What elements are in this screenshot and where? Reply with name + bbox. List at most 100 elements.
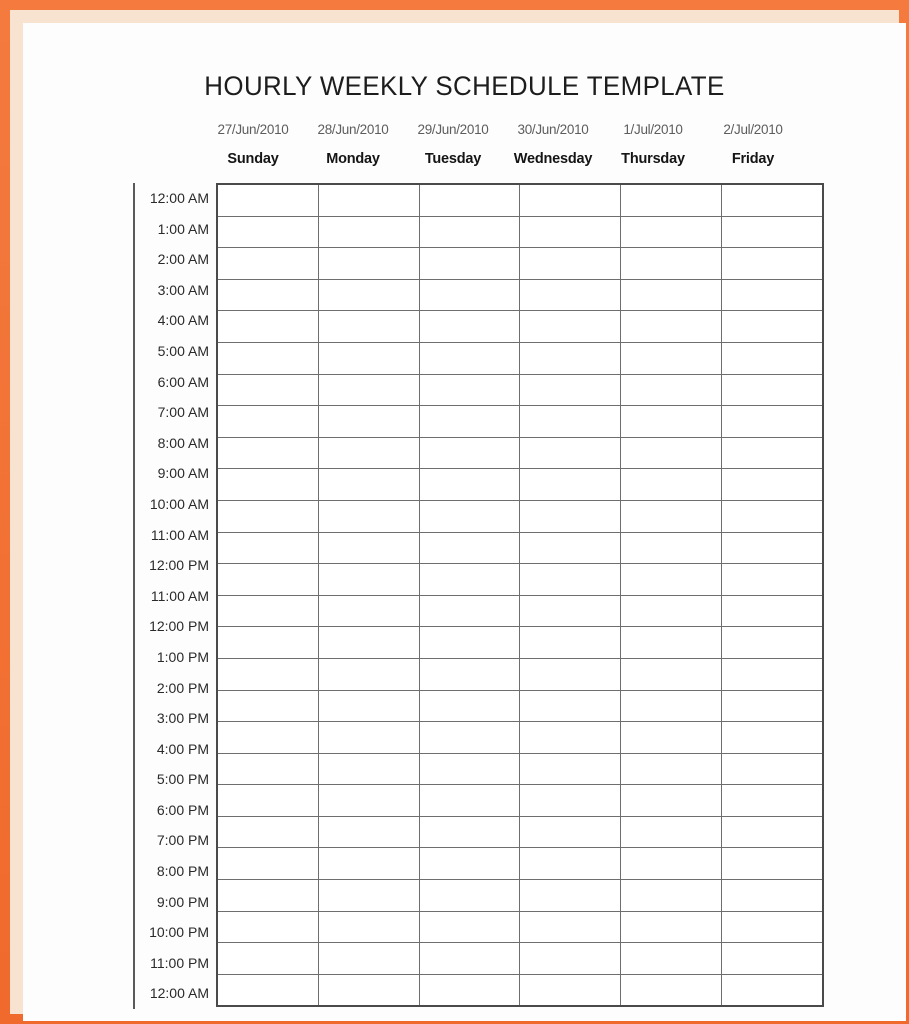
schedule-slot[interactable] xyxy=(317,405,420,438)
schedule-slot[interactable] xyxy=(418,182,521,217)
schedule-slot[interactable] xyxy=(620,784,723,817)
schedule-slot[interactable] xyxy=(317,373,420,407)
schedule-slot[interactable] xyxy=(620,405,723,438)
schedule-slot[interactable] xyxy=(620,594,723,628)
schedule-slot[interactable] xyxy=(317,341,420,375)
schedule-slot[interactable] xyxy=(721,657,824,691)
schedule-slot[interactable] xyxy=(215,499,319,533)
schedule-slot[interactable] xyxy=(519,278,622,312)
schedule-slot[interactable] xyxy=(418,784,521,817)
schedule-slot[interactable] xyxy=(215,973,319,1008)
schedule-slot[interactable] xyxy=(721,531,824,565)
schedule-slot[interactable] xyxy=(215,278,319,312)
schedule-slot[interactable] xyxy=(721,310,824,343)
schedule-slot[interactable] xyxy=(721,879,824,912)
schedule-slot[interactable] xyxy=(519,468,622,501)
schedule-slot[interactable] xyxy=(721,341,824,375)
schedule-slot[interactable] xyxy=(721,689,824,723)
schedule-slot[interactable] xyxy=(215,910,319,944)
schedule-slot[interactable] xyxy=(418,468,521,501)
schedule-slot[interactable] xyxy=(418,247,521,280)
schedule-slot[interactable] xyxy=(620,879,723,912)
schedule-slot[interactable] xyxy=(418,436,521,470)
schedule-slot[interactable] xyxy=(317,847,420,881)
schedule-slot[interactable] xyxy=(519,657,622,691)
schedule-slot[interactable] xyxy=(215,310,319,343)
schedule-slot[interactable] xyxy=(317,626,420,659)
schedule-slot[interactable] xyxy=(519,815,622,849)
schedule-slot[interactable] xyxy=(519,910,622,944)
schedule-slot[interactable] xyxy=(721,942,824,975)
schedule-slot[interactable] xyxy=(317,278,420,312)
schedule-slot[interactable] xyxy=(620,973,723,1008)
schedule-slot[interactable] xyxy=(215,215,319,249)
schedule-slot[interactable] xyxy=(418,689,521,723)
schedule-slot[interactable] xyxy=(418,879,521,912)
schedule-slot[interactable] xyxy=(620,563,723,596)
schedule-slot[interactable] xyxy=(721,405,824,438)
schedule-slot[interactable] xyxy=(215,784,319,817)
schedule-slot[interactable] xyxy=(620,278,723,312)
schedule-slot[interactable] xyxy=(519,405,622,438)
schedule-slot[interactable] xyxy=(721,784,824,817)
schedule-slot[interactable] xyxy=(519,436,622,470)
schedule-slot[interactable] xyxy=(620,531,723,565)
schedule-slot[interactable] xyxy=(215,468,319,501)
schedule-slot[interactable] xyxy=(418,657,521,691)
schedule-slot[interactable] xyxy=(418,405,521,438)
schedule-slot[interactable] xyxy=(519,531,622,565)
schedule-slot[interactable] xyxy=(317,689,420,723)
schedule-slot[interactable] xyxy=(721,247,824,280)
schedule-slot[interactable] xyxy=(519,784,622,817)
schedule-slot[interactable] xyxy=(418,815,521,849)
schedule-slot[interactable] xyxy=(317,657,420,691)
schedule-slot[interactable] xyxy=(215,341,319,375)
schedule-slot[interactable] xyxy=(519,215,622,249)
schedule-slot[interactable] xyxy=(721,278,824,312)
schedule-slot[interactable] xyxy=(215,815,319,849)
schedule-slot[interactable] xyxy=(418,531,521,565)
schedule-slot[interactable] xyxy=(519,847,622,881)
schedule-slot[interactable] xyxy=(317,247,420,280)
schedule-slot[interactable] xyxy=(519,973,622,1008)
schedule-slot[interactable] xyxy=(620,310,723,343)
schedule-slot[interactable] xyxy=(317,973,420,1008)
schedule-slot[interactable] xyxy=(620,689,723,723)
schedule-slot[interactable] xyxy=(215,531,319,565)
schedule-slot[interactable] xyxy=(418,910,521,944)
schedule-slot[interactable] xyxy=(721,182,824,217)
schedule-slot[interactable] xyxy=(418,373,521,407)
schedule-slot[interactable] xyxy=(620,341,723,375)
schedule-slot[interactable] xyxy=(620,247,723,280)
schedule-slot[interactable] xyxy=(620,815,723,849)
schedule-slot[interactable] xyxy=(317,563,420,596)
schedule-slot[interactable] xyxy=(418,847,521,881)
schedule-slot[interactable] xyxy=(620,182,723,217)
schedule-slot[interactable] xyxy=(620,468,723,501)
schedule-slot[interactable] xyxy=(620,626,723,659)
schedule-slot[interactable] xyxy=(620,910,723,944)
schedule-slot[interactable] xyxy=(620,657,723,691)
schedule-slot[interactable] xyxy=(721,626,824,659)
schedule-slot[interactable] xyxy=(620,499,723,533)
schedule-slot[interactable] xyxy=(519,879,622,912)
schedule-slot[interactable] xyxy=(418,626,521,659)
schedule-slot[interactable] xyxy=(215,657,319,691)
schedule-slot[interactable] xyxy=(317,784,420,817)
schedule-slot[interactable] xyxy=(418,563,521,596)
schedule-slot[interactable] xyxy=(418,278,521,312)
schedule-slot[interactable] xyxy=(317,942,420,975)
schedule-slot[interactable] xyxy=(215,405,319,438)
schedule-slot[interactable] xyxy=(317,499,420,533)
schedule-slot[interactable] xyxy=(620,752,723,786)
schedule-slot[interactable] xyxy=(317,310,420,343)
schedule-slot[interactable] xyxy=(418,721,521,754)
schedule-slot[interactable] xyxy=(215,689,319,723)
schedule-slot[interactable] xyxy=(620,847,723,881)
schedule-slot[interactable] xyxy=(721,373,824,407)
schedule-slot[interactable] xyxy=(620,436,723,470)
schedule-slot[interactable] xyxy=(215,594,319,628)
schedule-slot[interactable] xyxy=(418,594,521,628)
schedule-slot[interactable] xyxy=(620,215,723,249)
schedule-slot[interactable] xyxy=(418,973,521,1008)
